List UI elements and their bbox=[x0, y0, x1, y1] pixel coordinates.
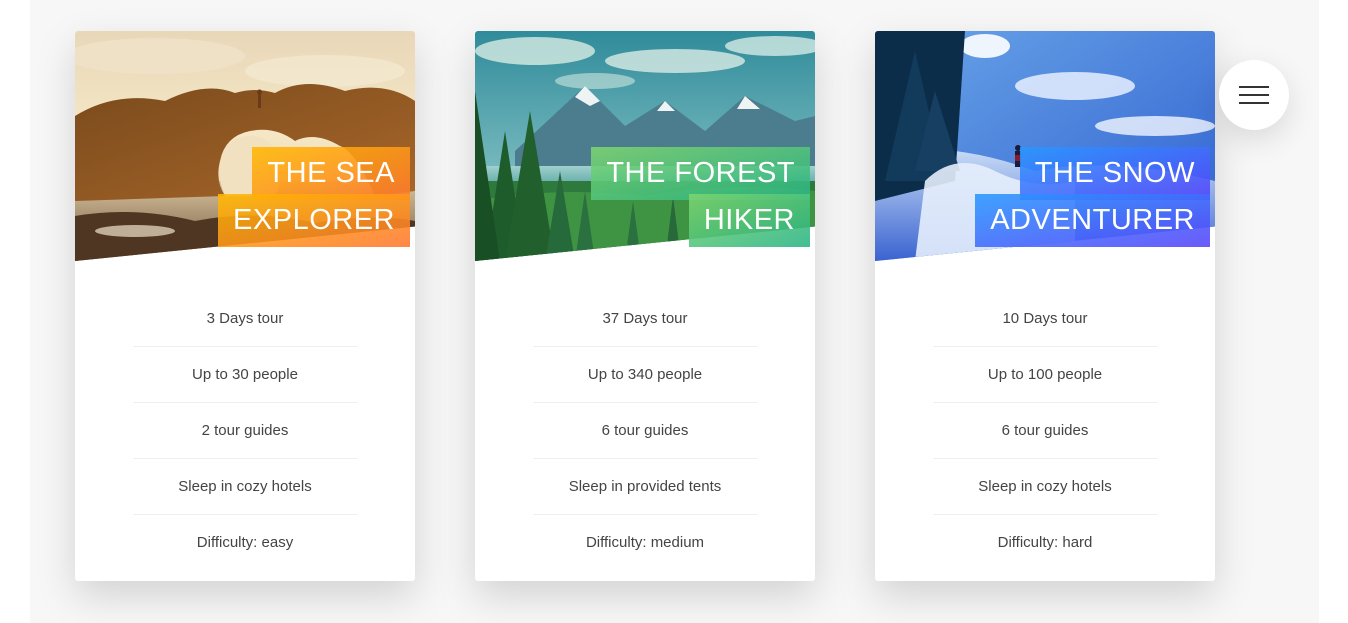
tour-detail-duration: 37 Days tour bbox=[533, 291, 757, 347]
tour-heading: THE SNOW ADVENTURER bbox=[975, 147, 1210, 247]
tour-details: 3 Days tour Up to 30 people 2 tour guide… bbox=[133, 291, 357, 571]
tour-detail-guides: 6 tour guides bbox=[933, 403, 1157, 459]
tour-detail-guides: 2 tour guides bbox=[133, 403, 357, 459]
tour-detail-duration: 10 Days tour bbox=[933, 291, 1157, 347]
tour-heading: THE SEA EXPLORER bbox=[218, 147, 410, 247]
tour-detail-duration: 3 Days tour bbox=[133, 291, 357, 347]
tour-heading: THE FOREST HIKER bbox=[591, 147, 810, 247]
tour-detail-difficulty: Difficulty: hard bbox=[997, 534, 1093, 551]
tour-detail-group-size: Up to 100 people bbox=[933, 347, 1157, 403]
tour-heading-line-1: THE SEA bbox=[252, 147, 410, 200]
tour-detail-difficulty: Difficulty: easy bbox=[196, 534, 294, 551]
tour-detail-guides: 6 tour guides bbox=[533, 403, 757, 459]
navigation-menu-button[interactable] bbox=[1219, 60, 1289, 130]
tour-detail-difficulty: Difficulty: medium bbox=[585, 534, 705, 551]
tour-card-snow-adventurer[interactable]: THE SNOW ADVENTURER 10 Days tour Up to 1… bbox=[875, 31, 1215, 581]
tour-card-sea-explorer[interactable]: THE SEA EXPLORER 3 Days tour Up to 30 pe… bbox=[75, 31, 415, 581]
tour-heading-line-2: HIKER bbox=[688, 194, 810, 247]
tour-card-forest-hiker[interactable]: THE FOREST HIKER 37 Days tour Up to 340 … bbox=[475, 31, 815, 581]
hamburger-menu-icon bbox=[1239, 86, 1269, 104]
tour-detail-group-size: Up to 30 people bbox=[133, 347, 357, 403]
tour-heading-line-1: THE FOREST bbox=[591, 147, 810, 200]
tour-details: 37 Days tour Up to 340 people 6 tour gui… bbox=[533, 291, 757, 571]
tour-detail-accommodation: Sleep in cozy hotels bbox=[933, 459, 1157, 515]
tour-heading-line-2: EXPLORER bbox=[218, 194, 410, 247]
tour-heading-line-2: ADVENTURER bbox=[975, 194, 1210, 247]
tour-details: 10 Days tour Up to 100 people 6 tour gui… bbox=[933, 291, 1157, 571]
tour-detail-accommodation: Sleep in provided tents bbox=[533, 459, 757, 515]
tour-detail-accommodation: Sleep in cozy hotels bbox=[133, 459, 357, 515]
tour-heading-line-1: THE SNOW bbox=[1019, 147, 1210, 200]
tour-detail-group-size: Up to 340 people bbox=[533, 347, 757, 403]
